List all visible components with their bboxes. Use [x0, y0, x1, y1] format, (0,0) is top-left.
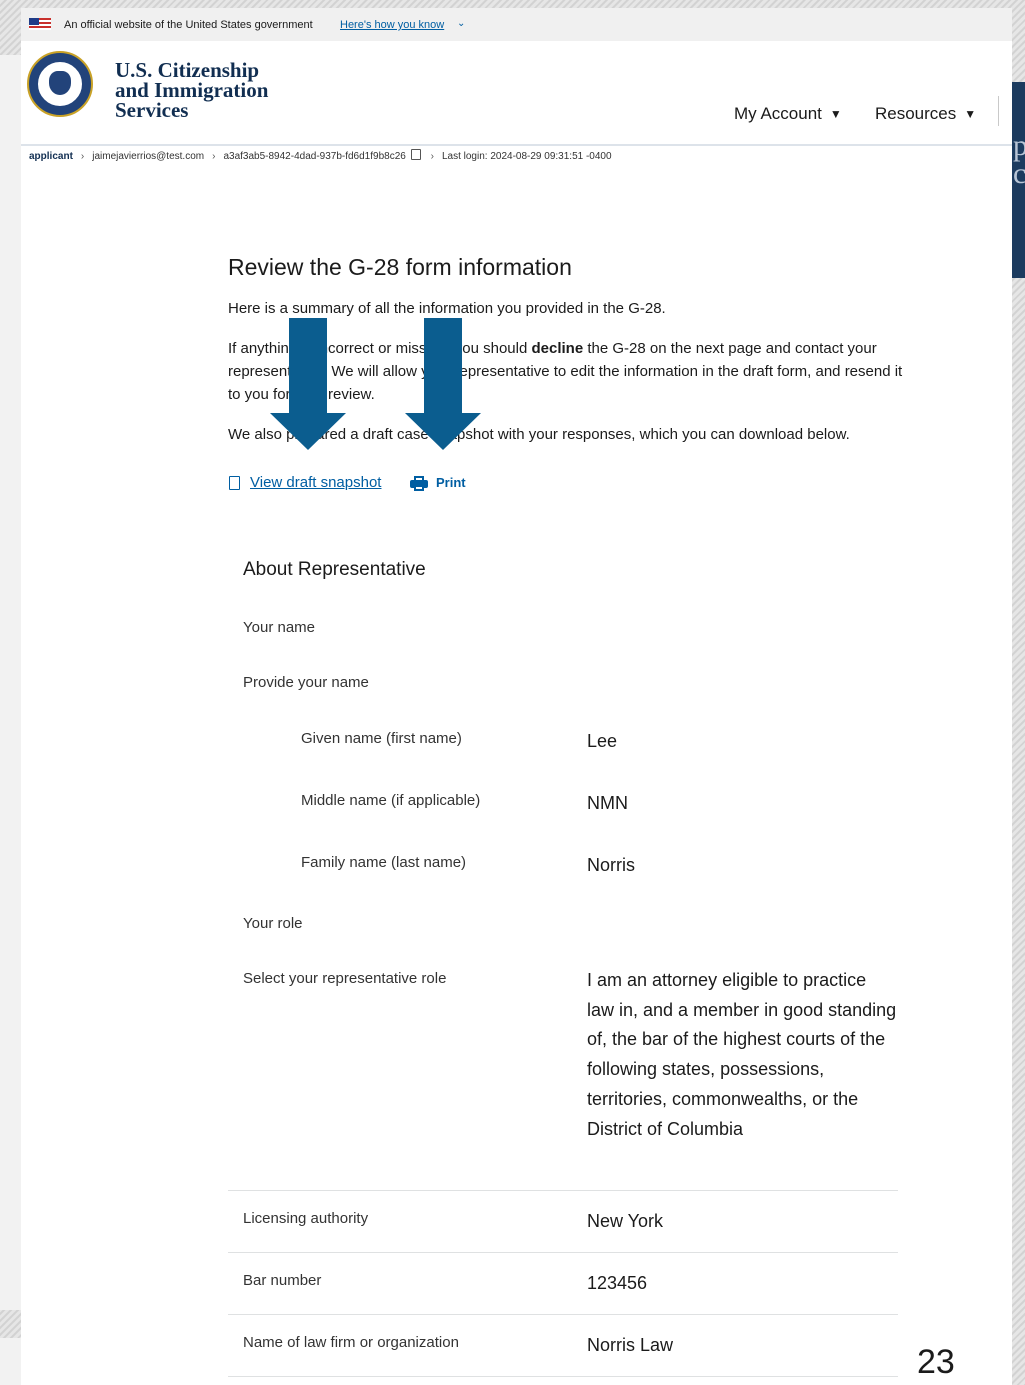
given-name-label: Given name (first name): [301, 730, 462, 747]
view-draft-snapshot-link[interactable]: View draft snapshot: [250, 474, 381, 491]
divider: [228, 1314, 898, 1315]
bar-number-value: 123456: [587, 1273, 648, 1293]
print-icon[interactable]: [410, 476, 428, 491]
seal-inner: [37, 61, 83, 107]
print-icon-tray: [414, 485, 424, 491]
breadcrumb: applicant › jaimejavierrios@test.com › a3af3…: [29, 148, 612, 162]
decline-instructions: If anything is incorrect or missing, you…: [228, 337, 908, 406]
middle-name-value: NMN: [587, 793, 628, 813]
gov-banner: An official website of the United States…: [21, 8, 1012, 41]
background-window-bottom: [0, 1338, 21, 1385]
background-window-right-text: pc: [1013, 132, 1025, 188]
law-firm-label: Name of law firm or organization: [243, 1334, 459, 1351]
your-name-heading: Your name: [243, 619, 315, 636]
flag-icon: [29, 18, 51, 30]
section-title: About Representative: [243, 559, 426, 580]
chevron-down-icon[interactable]: ⌄: [457, 18, 465, 29]
caret-down-icon: ▼: [964, 107, 977, 121]
family-name-value: Norris: [587, 855, 635, 875]
law-firm-value: Norris Law: [587, 1335, 674, 1355]
seal-icon[interactable]: [27, 51, 93, 117]
site-header: U.S. Citizenship and Immigration Service…: [21, 41, 1012, 146]
gov-banner-text: An official website of the United States…: [64, 19, 313, 31]
role-value: I am an attorney eligible to practice la…: [587, 970, 897, 1139]
caret-down-icon: ▼: [829, 107, 842, 121]
given-name-value: Lee: [587, 731, 618, 751]
agency-name[interactable]: U.S. Citizenship and Immigration Service…: [115, 58, 269, 122]
arrow-head: [405, 413, 481, 450]
agency-name-line3: Services: [115, 98, 189, 122]
page: An official website of the United States…: [21, 8, 1012, 1385]
nav-my-account-label: My Account: [734, 104, 822, 123]
licensing-authority-label: Licensing authority: [243, 1210, 369, 1227]
decline-bold: decline: [531, 340, 584, 357]
arrow-shaft: [424, 318, 462, 413]
breadcrumb-role: applicant: [29, 151, 73, 162]
breadcrumb-id: a3af3ab5-8942-4dad-937b-fd6d1f9b8c26: [223, 151, 406, 162]
eagle-shape: [49, 71, 71, 95]
agency-name-line1: U.S. Citizenship: [115, 58, 260, 82]
nav-resources[interactable]: Resources ▼: [875, 104, 976, 124]
middle-name-label: Middle name (if applicable): [301, 792, 481, 809]
divider: [228, 1376, 898, 1377]
copy-icon[interactable]: [410, 149, 421, 160]
slide-number: 23: [917, 1343, 955, 1381]
pdf-icon: [229, 476, 240, 490]
breadcrumb-separator: ›: [212, 151, 216, 162]
nav-my-account[interactable]: My Account ▼: [734, 104, 842, 124]
role-label: Select your representative role: [243, 970, 447, 987]
page-title: Review the G-28 form information: [228, 254, 572, 280]
arrow-head: [270, 413, 346, 450]
decline-text-a: If anything is incorrect or missing, you…: [228, 340, 532, 357]
breadcrumb-separator: ›: [80, 151, 85, 162]
divider: [228, 1252, 898, 1253]
family-name-label: Family name (last name): [301, 854, 467, 871]
arrow-shaft: [289, 318, 327, 413]
agency-name-line2: and Immigration: [115, 78, 269, 102]
intro-text: Here is a summary of all the information…: [228, 300, 666, 317]
breadcrumb-separator: ›: [430, 151, 434, 162]
print-button[interactable]: Print: [436, 475, 466, 490]
nav-divider: [998, 96, 999, 126]
breadcrumb-email: jaimejavierrios@test.com: [92, 151, 205, 162]
licensing-authority-value: New York: [587, 1211, 664, 1231]
heres-how-you-know-link[interactable]: Here's how you know: [340, 19, 444, 31]
breadcrumb-last-login: Last login: 2024-08-29 09:31:51 -0400: [441, 151, 612, 162]
provide-name-heading: Provide your name: [243, 674, 369, 691]
nav-resources-label: Resources: [875, 104, 957, 123]
bar-number-label: Bar number: [243, 1272, 322, 1289]
divider: [228, 1190, 898, 1191]
background-window-left: [0, 55, 21, 1310]
your-role-heading: Your role: [243, 915, 303, 932]
